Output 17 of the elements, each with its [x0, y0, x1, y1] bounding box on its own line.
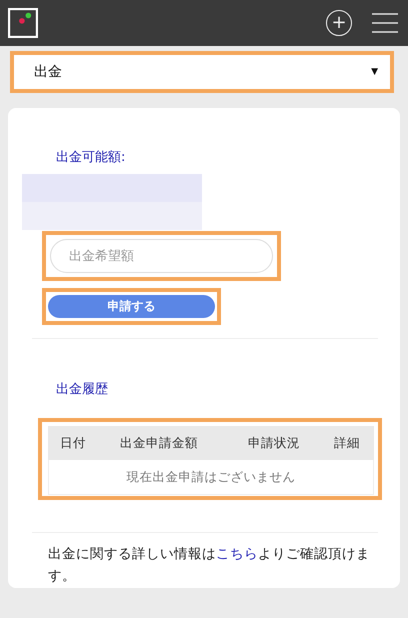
add-button[interactable]: + [326, 10, 352, 36]
logo-icon[interactable] [8, 8, 38, 38]
empty-message: 現在出金申請はございません [48, 460, 374, 495]
balance-label: 出金可能額: [56, 149, 126, 166]
info-link[interactable]: こちら [216, 546, 258, 562]
select-value: 出金 [34, 63, 62, 81]
amount-input[interactable]: 出金希望額 [50, 239, 273, 273]
menu-icon[interactable] [372, 13, 398, 33]
select-dropdown[interactable]: 出金 ▼ [14, 55, 390, 89]
caret-icon: ▼ [371, 67, 378, 77]
column-header: 日付 [59, 434, 87, 452]
column-header: 出金申請金額 [120, 434, 199, 452]
column-header: 申請状況 [248, 434, 301, 452]
info-text: 出金に関する詳しい情報は こちら よりご確認頂けます。 [48, 545, 371, 586]
submit-button[interactable]: 申請する [48, 295, 215, 318]
history-title: 出金履歴 [56, 381, 109, 398]
column-header: 詳細 [334, 434, 360, 452]
